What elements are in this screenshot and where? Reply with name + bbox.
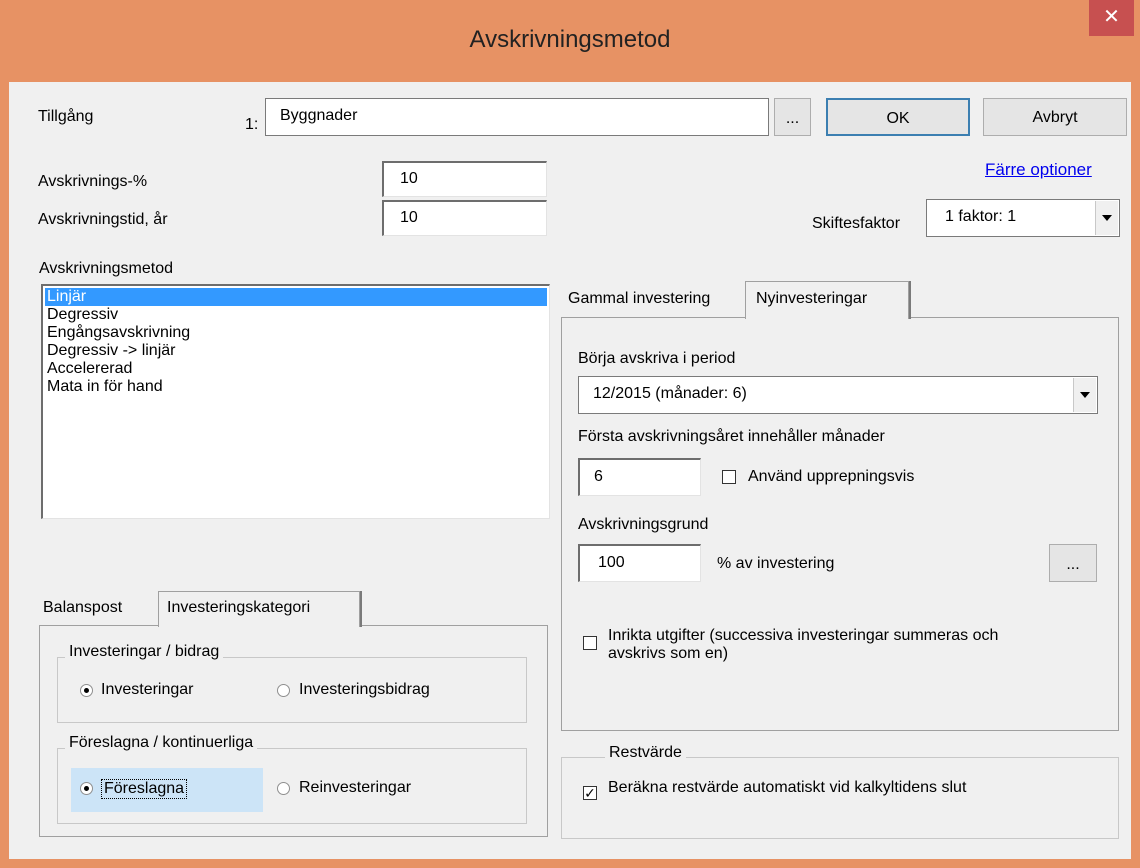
start-period-value: 12/2015 (månader: 6)	[593, 385, 747, 402]
shift-factor-label: Skiftesfaktor	[812, 215, 901, 232]
rate-label: Avskrivnings-%	[38, 173, 148, 190]
basis-suffix: % av investering	[717, 555, 835, 572]
residual-group	[561, 757, 1119, 839]
ok-button[interactable]: OK	[826, 98, 970, 136]
aligned-label-line2[interactable]: avskrivs som en)	[608, 645, 728, 663]
list-item[interactable]: Degressiv	[45, 306, 547, 324]
radio-investeringsbidrag[interactable]	[277, 684, 290, 697]
close-icon: ✕	[1103, 6, 1120, 28]
tab-nyinvesteringar[interactable]: Nyinvesteringar	[745, 281, 909, 319]
rate-input[interactable]: 10	[382, 161, 547, 197]
method-label: Avskrivningsmetod	[39, 260, 173, 277]
shift-factor-select[interactable]: 1 faktor: 1	[926, 199, 1120, 237]
tab-gammal-investering[interactable]: Gammal investering	[568, 290, 711, 314]
cancel-button[interactable]: Avbryt	[983, 98, 1127, 136]
list-item[interactable]: Accelererad	[45, 360, 547, 378]
basis-browse-button[interactable]: ...	[1049, 544, 1097, 582]
basis-input[interactable]: 100	[578, 544, 701, 582]
tab-label: Investeringskategori	[167, 599, 311, 616]
title-bar[interactable]: Avskrivningsmetod ✕	[0, 0, 1140, 82]
term-label: Avskrivningstid, år	[38, 211, 168, 228]
basis-label: Avskrivningsgrund	[578, 516, 709, 533]
asset-label: Tillgång	[38, 108, 94, 125]
repeat-label[interactable]: Använd upprepningsvis	[748, 468, 914, 486]
suggested-group-title: Föreslagna / kontinuerliga	[65, 734, 258, 752]
radio-investeringar-label[interactable]: Investeringar	[101, 681, 194, 699]
list-item[interactable]: Degressiv -> linjär	[45, 342, 547, 360]
radio-investeringar[interactable]	[80, 684, 93, 697]
start-period-select[interactable]: 12/2015 (månader: 6)	[578, 376, 1098, 414]
fewer-options-link[interactable]: Färre optioner	[985, 160, 1092, 180]
tab-balanspost[interactable]: Balanspost	[43, 599, 123, 623]
term-input[interactable]: 10	[382, 200, 547, 236]
radio-foreslagna-label[interactable]: Föreslagna	[101, 779, 188, 799]
residual-group-title: Restvärde	[605, 744, 686, 762]
radio-reinvesteringar-label[interactable]: Reinvesteringar	[299, 779, 411, 797]
tab-label: Nyinvesteringar	[756, 290, 868, 307]
aligned-label-line1[interactable]: Inrikta utgifter (successiva investering…	[608, 627, 998, 645]
tab-investeringskategori[interactable]: Investeringskategori	[158, 591, 360, 627]
checkmark-icon: ✓	[584, 785, 596, 801]
list-item[interactable]: Linjär	[45, 288, 547, 306]
shift-factor-value: 1 faktor: 1	[945, 208, 1017, 225]
first-year-input[interactable]: 6	[578, 458, 701, 496]
dialog-body: Tillgång 1: Byggnader ... OK Avbryt Avsk…	[9, 82, 1131, 859]
method-listbox[interactable]: Linjär Degressiv Engångsavskrivning Degr…	[41, 284, 550, 519]
list-item[interactable]: Engångsavskrivning	[45, 324, 547, 342]
radio-foreslagna[interactable]	[80, 782, 93, 795]
asset-field[interactable]: Byggnader	[265, 98, 769, 136]
window-title: Avskrivningsmetod	[469, 26, 671, 53]
close-button[interactable]: ✕	[1089, 0, 1134, 36]
start-period-label: Börja avskriva i period	[578, 350, 736, 367]
repeat-checkbox[interactable]	[722, 470, 736, 484]
first-year-label: Första avskrivningsåret innehåller månad…	[578, 428, 885, 445]
residual-label[interactable]: Beräkna restvärde automatiskt vid kalkyl…	[608, 779, 966, 797]
chevron-down-icon[interactable]	[1095, 201, 1118, 235]
radio-reinvesteringar[interactable]	[277, 782, 290, 795]
asset-browse-button[interactable]: ...	[774, 98, 811, 136]
radio-investeringsbidrag-label[interactable]: Investeringsbidrag	[299, 681, 430, 699]
list-item[interactable]: Mata in för hand	[45, 378, 547, 396]
aligned-checkbox[interactable]	[583, 636, 597, 650]
asset-index: 1:	[245, 116, 259, 133]
chevron-down-icon[interactable]	[1073, 378, 1096, 412]
residual-checkbox[interactable]: ✓	[583, 786, 597, 800]
investments-group-title: Investeringar / bidrag	[65, 643, 224, 661]
